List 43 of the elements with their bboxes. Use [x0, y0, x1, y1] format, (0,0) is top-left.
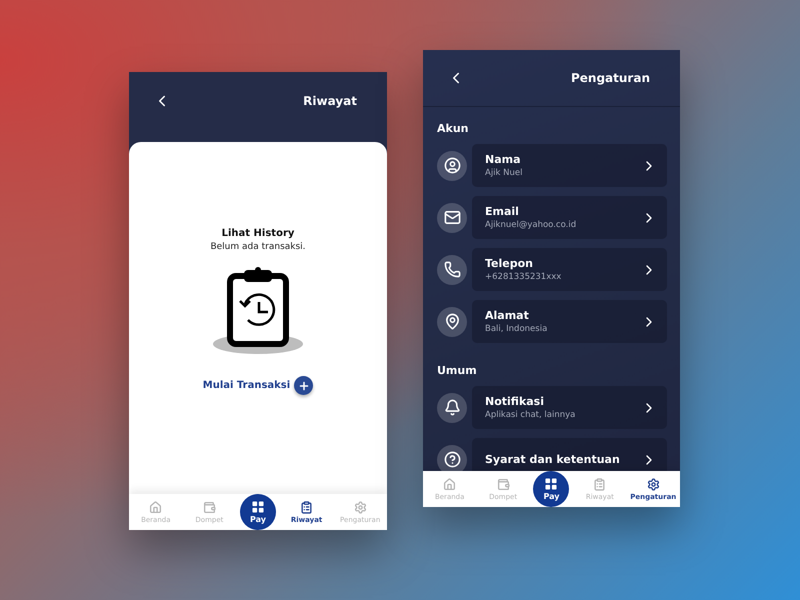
wallet-icon — [202, 500, 216, 514]
empty-title: Lihat History — [222, 228, 294, 239]
map-pin-icon — [437, 306, 467, 336]
screen-title: Riwayat — [303, 94, 357, 108]
wallet-icon — [496, 478, 510, 490]
settings-item[interactable]: Nama Ajik Nuel — [472, 144, 667, 187]
settings-item[interactable]: Notifikasi Aplikasi chat, lainnya — [472, 386, 667, 429]
item-label: Notifikasi — [485, 395, 546, 408]
start-transaction-button[interactable]: Mulai Transaksi — [202, 376, 314, 395]
item-value: Ajiknuel@yahoo.co.id — [485, 220, 576, 230]
empty-message: Belum ada transaksi. — [210, 242, 306, 252]
item-value: Aplikasi chat, lainnya — [485, 410, 576, 420]
mail-icon — [437, 202, 467, 232]
settings-item[interactable]: Syarat dan ketentuan — [472, 438, 667, 471]
item-value: Ajik Nuel — [485, 168, 522, 178]
item-label: Email — [485, 205, 520, 218]
section-title: Umum — [437, 364, 478, 377]
bell-icon — [437, 392, 467, 422]
item-label: Telepon — [485, 257, 534, 270]
screen-title: Pengaturan — [570, 71, 650, 85]
settings-icon — [646, 478, 660, 490]
settings-item[interactable]: Alamat Bali, Indonesia — [472, 300, 667, 343]
pay-button[interactable]: Pay — [240, 494, 276, 530]
home-icon — [149, 500, 162, 514]
section-title: Akun — [437, 122, 470, 135]
item-label: Nama — [485, 153, 522, 166]
grid-icon — [250, 500, 265, 514]
item-value: Bali, Indonesia — [485, 324, 548, 334]
phone-icon — [437, 254, 467, 284]
settings-icon — [354, 500, 367, 514]
clipboard-history-icon — [226, 266, 290, 348]
grid-icon — [544, 477, 558, 491]
item-label: Alamat — [485, 309, 530, 322]
home-icon — [443, 478, 456, 490]
settings-item[interactable]: Telepon +6281335231xxx — [472, 248, 667, 291]
user-icon — [437, 150, 467, 180]
item-label: Syarat dan ketentuan — [485, 453, 620, 466]
clipboard-list-icon — [593, 478, 606, 490]
pay-button[interactable]: Pay — [533, 471, 570, 507]
settings-item[interactable]: Email Ajiknuel@yahoo.co.id — [472, 196, 667, 239]
plus-icon — [294, 376, 314, 395]
clipboard-list-icon — [300, 500, 314, 514]
item-value: +6281335231xxx — [485, 272, 562, 282]
